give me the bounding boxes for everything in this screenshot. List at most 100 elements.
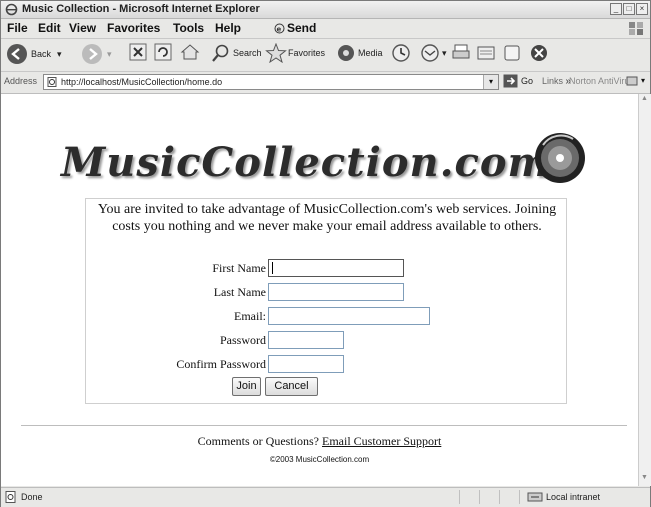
address-dropdown-icon[interactable]: ▾ bbox=[483, 75, 498, 89]
favorites-button[interactable]: Favorites bbox=[265, 43, 325, 63]
site-logo: MusicCollection.com bbox=[61, 133, 591, 199]
close-button[interactable]: × bbox=[636, 3, 648, 15]
search-icon bbox=[212, 44, 229, 62]
footer-prefix: Comments or Questions? bbox=[197, 434, 319, 448]
password-input[interactable] bbox=[268, 331, 344, 349]
confirm-password-row: Confirm Password bbox=[86, 355, 566, 374]
media-button[interactable]: Media bbox=[336, 43, 383, 63]
home-button[interactable] bbox=[180, 43, 200, 61]
toolbar-overflow-icon[interactable]: ▾ bbox=[641, 76, 645, 85]
security-zone-label: Local intranet bbox=[546, 492, 601, 502]
windows-logo-icon bbox=[629, 22, 643, 35]
address-input[interactable]: http://localhost/MusicCollection/home.do… bbox=[43, 74, 499, 90]
refresh-icon bbox=[154, 43, 172, 61]
menu-file[interactable]: File bbox=[7, 21, 28, 35]
window-controls: _ □ × bbox=[610, 3, 648, 15]
status-done: Done bbox=[5, 491, 43, 503]
menu-view[interactable]: View bbox=[69, 21, 96, 35]
security-zone: Local intranet bbox=[527, 491, 600, 503]
page-icon bbox=[47, 77, 57, 87]
status-pane-divider bbox=[499, 490, 500, 504]
email-row: Email: bbox=[86, 307, 566, 326]
scroll-down-icon[interactable]: ▼ bbox=[640, 474, 649, 485]
forward-button[interactable]: ▾ bbox=[81, 43, 112, 65]
footer-divider bbox=[21, 425, 627, 426]
links-label: Links bbox=[542, 76, 564, 86]
email-support-link[interactable]: Email Customer Support bbox=[322, 434, 441, 448]
address-bar: Address http://localhost/MusicCollection… bbox=[1, 72, 650, 94]
email-input[interactable] bbox=[268, 307, 430, 325]
last-name-label: Last Name bbox=[213, 285, 266, 299]
ie-icon bbox=[5, 3, 18, 16]
email-label: Email: bbox=[234, 309, 266, 323]
home-icon bbox=[180, 44, 200, 60]
back-dropdown-icon: ▾ bbox=[57, 48, 62, 59]
menu-send-label: Send bbox=[287, 21, 317, 35]
site-logo-text: MusicCollection.com bbox=[61, 139, 551, 186]
menu-edit[interactable]: Edit bbox=[38, 21, 61, 35]
menu-send[interactable]: e Send bbox=[274, 21, 316, 35]
print-icon bbox=[452, 44, 470, 59]
page-done-icon bbox=[5, 491, 16, 503]
browser-window: Music Collection - Microsoft Internet Ex… bbox=[0, 0, 651, 507]
signup-form: You are invited to take advantage of Mus… bbox=[85, 198, 567, 404]
text-caret bbox=[272, 262, 273, 274]
back-arrow-icon bbox=[7, 44, 27, 64]
back-button[interactable]: Back ▾ bbox=[6, 43, 62, 65]
messenger-button[interactable] bbox=[529, 43, 549, 63]
local-intranet-icon bbox=[527, 492, 543, 502]
mail-dropdown-icon: ▾ bbox=[442, 47, 447, 58]
back-label: Back bbox=[31, 49, 52, 59]
edit-button[interactable] bbox=[476, 43, 496, 63]
discuss-icon bbox=[504, 45, 520, 61]
first-name-input[interactable] bbox=[268, 259, 404, 277]
print-button[interactable] bbox=[451, 43, 471, 63]
stop-button[interactable] bbox=[129, 43, 147, 61]
menu-bar: File Edit View Favorites Tools Help e Se… bbox=[1, 19, 650, 39]
favorites-star-icon bbox=[265, 43, 287, 63]
refresh-button[interactable] bbox=[154, 43, 172, 61]
norton-antivirus-button[interactable]: Norton AntiVirus bbox=[569, 76, 634, 86]
menu-tools[interactable]: Tools bbox=[173, 21, 204, 35]
status-pane-divider bbox=[459, 490, 460, 504]
messenger-icon bbox=[531, 45, 547, 61]
go-label: Go bbox=[521, 76, 534, 86]
go-button[interactable]: Go bbox=[503, 74, 533, 88]
links-button[interactable]: Links » bbox=[542, 76, 571, 87]
menu-help[interactable]: Help bbox=[215, 21, 241, 35]
address-label: Address bbox=[4, 76, 38, 86]
confirm-password-input[interactable] bbox=[268, 355, 344, 373]
password-row: Password bbox=[86, 331, 566, 350]
address-url: http://localhost/MusicCollection/home.do bbox=[61, 77, 223, 87]
cancel-button[interactable]: Cancel bbox=[265, 377, 318, 396]
norton-icon[interactable] bbox=[626, 75, 638, 87]
last-name-input[interactable] bbox=[268, 283, 404, 301]
copyright: ©2003 MusicCollection.com bbox=[269, 455, 370, 464]
svg-text:e: e bbox=[277, 25, 282, 33]
last-name-row: Last Name bbox=[86, 283, 566, 302]
stop-icon bbox=[129, 43, 147, 61]
mail-button[interactable]: ▾ bbox=[419, 43, 447, 63]
vertical-scrollbar[interactable]: ▲ ▼ bbox=[638, 94, 651, 486]
history-button[interactable] bbox=[391, 43, 411, 63]
join-button[interactable]: Join bbox=[232, 377, 261, 396]
first-name-label: First Name bbox=[212, 261, 266, 275]
status-text: Done bbox=[21, 492, 43, 502]
standard-toolbar: Back ▾ ▾ Search Favorites Media ▾ bbox=[1, 39, 650, 72]
title-bar: Music Collection - Microsoft Internet Ex… bbox=[1, 1, 650, 19]
confirm-password-label: Confirm Password bbox=[176, 357, 266, 371]
first-name-row: First Name bbox=[86, 259, 566, 278]
discuss-button[interactable] bbox=[502, 43, 522, 63]
window-title: Music Collection - Microsoft Internet Ex… bbox=[22, 3, 260, 15]
forward-dropdown-icon: ▾ bbox=[107, 48, 112, 59]
send-icon: e bbox=[274, 23, 285, 33]
status-bar: Done Local intranet bbox=[1, 487, 650, 507]
edit-page-icon bbox=[477, 46, 495, 60]
menu-favorites[interactable]: Favorites bbox=[107, 21, 160, 35]
maximize-button[interactable]: □ bbox=[623, 3, 635, 15]
minimize-button[interactable]: _ bbox=[610, 3, 622, 15]
scroll-up-icon[interactable]: ▲ bbox=[640, 95, 649, 106]
status-pane-divider bbox=[519, 490, 520, 504]
search-button[interactable]: Search bbox=[211, 43, 262, 63]
search-label: Search bbox=[233, 48, 262, 58]
